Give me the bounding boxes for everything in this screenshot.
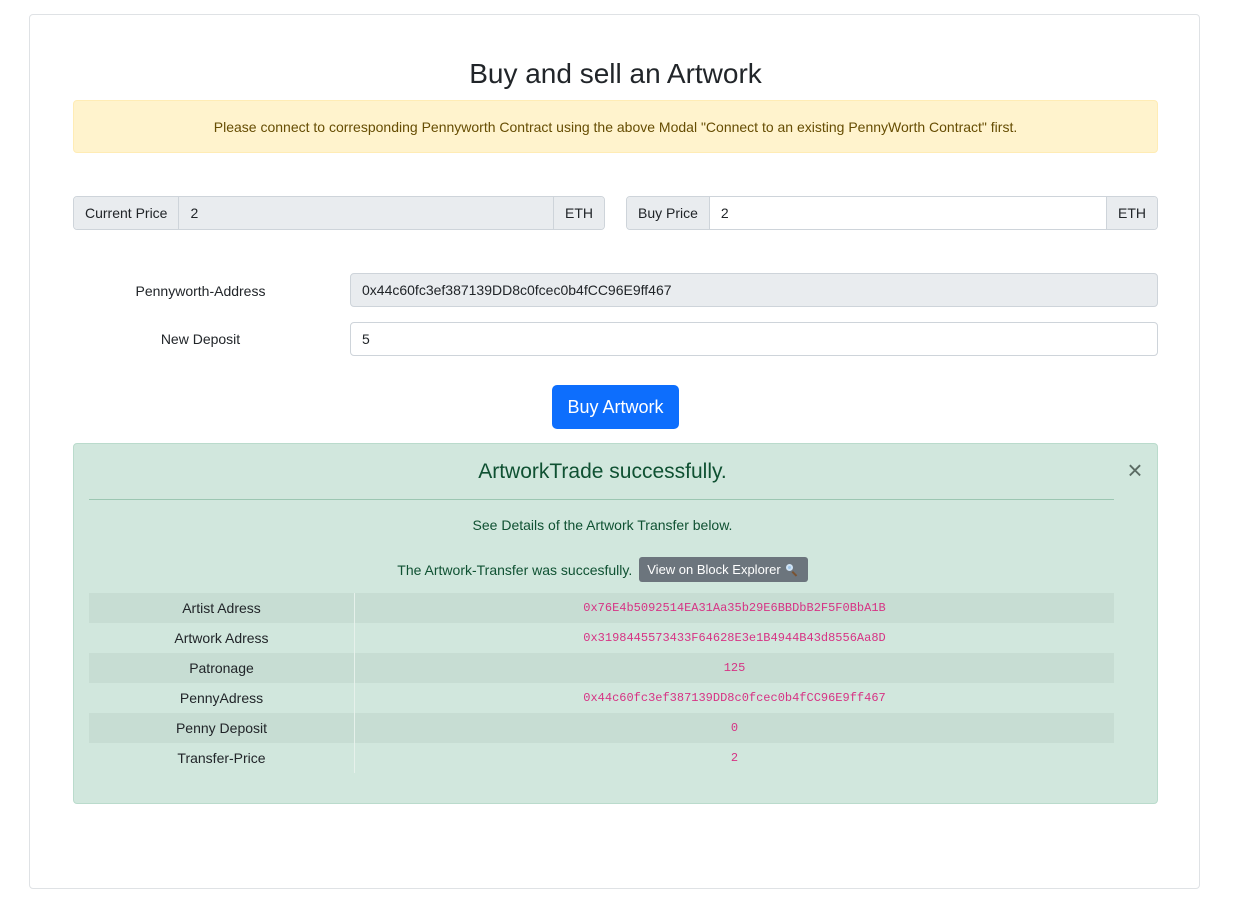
current-price-input: 2 — [179, 197, 553, 229]
new-deposit-label: New Deposit — [160, 331, 241, 347]
page-title: Buy and sell an Artwork — [469, 58, 762, 89]
detail-key: Patronage — [89, 653, 355, 683]
buy-price-unit: ETH — [1106, 197, 1157, 229]
success-heading: ArtworkTrade successfully. — [478, 460, 727, 483]
connect-warning-alert: Please connect to corresponding Pennywor… — [73, 100, 1158, 153]
magnifier-icon — [785, 563, 799, 577]
buy-price-group: Buy Price 2 ETH — [626, 196, 1158, 230]
detail-value: 0x3198445573433F64628E3e1B4944B43d8556Aa… — [583, 631, 886, 645]
detail-key: Artist Adress — [89, 593, 355, 623]
trade-success-alert: ArtworkTrade successfully. × See Details… — [73, 443, 1158, 804]
table-row: Penny Deposit 0 — [89, 713, 1114, 743]
detail-value: 125 — [723, 661, 746, 675]
pennyworth-address-input: 0x44c60fc3ef387139DD8c0fcec0b4fCC96E9ff4… — [350, 273, 1158, 307]
table-row: Transfer-Price 2 — [89, 743, 1114, 773]
close-icon[interactable]: × — [1124, 457, 1146, 483]
detail-key: Penny Deposit — [89, 713, 355, 743]
current-price-group: Current Price 2 ETH — [73, 196, 605, 230]
detail-key: Artwork Adress — [89, 623, 355, 653]
buy-price-input[interactable]: 2 — [709, 197, 1106, 229]
detail-value: 0 — [730, 721, 739, 735]
warning-text: Please connect to corresponding Pennywor… — [213, 118, 1018, 135]
table-row: Artist Adress 0x76E4b5092514EA31Aa35b29E… — [89, 593, 1114, 623]
current-price-unit: ETH — [553, 197, 604, 229]
buy-artwork-button[interactable]: Buy Artwork — [552, 385, 679, 429]
pennyworth-address-label: Pennyworth-Address — [135, 283, 266, 299]
divider — [89, 499, 1114, 500]
new-deposit-input[interactable]: 5 — [350, 322, 1158, 356]
detail-value: 2 — [730, 751, 739, 765]
transfer-status-text: The Artwork-Transfer was succesfully. — [397, 561, 633, 578]
detail-value: 0x44c60fc3ef387139DD8c0fcec0b4fCC96E9ff4… — [583, 691, 886, 705]
detail-value: 0x76E4b5092514EA31Aa35b29E6BBDbB2F5F0BbA… — [583, 601, 886, 615]
table-row: PennyAdress 0x44c60fc3ef387139DD8c0fcec0… — [89, 683, 1114, 713]
explorer-button-label: View on Block Explorer — [647, 562, 781, 577]
success-subtitle: See Details of the Artwork Transfer belo… — [472, 517, 733, 533]
table-row: Artwork Adress 0x3198445573433F64628E3e1… — [89, 623, 1114, 653]
buy-price-label: Buy Price — [627, 197, 710, 229]
table-row: Patronage 125 — [89, 653, 1114, 683]
detail-key: Transfer-Price — [89, 743, 355, 773]
transfer-status-row: The Artwork-Transfer was succesfully. Vi… — [74, 557, 1131, 582]
detail-key: PennyAdress — [89, 683, 355, 713]
transfer-details-table: Artist Adress 0x76E4b5092514EA31Aa35b29E… — [89, 593, 1114, 773]
view-block-explorer-button[interactable]: View on Block Explorer — [639, 557, 808, 582]
current-price-label: Current Price — [74, 197, 180, 229]
